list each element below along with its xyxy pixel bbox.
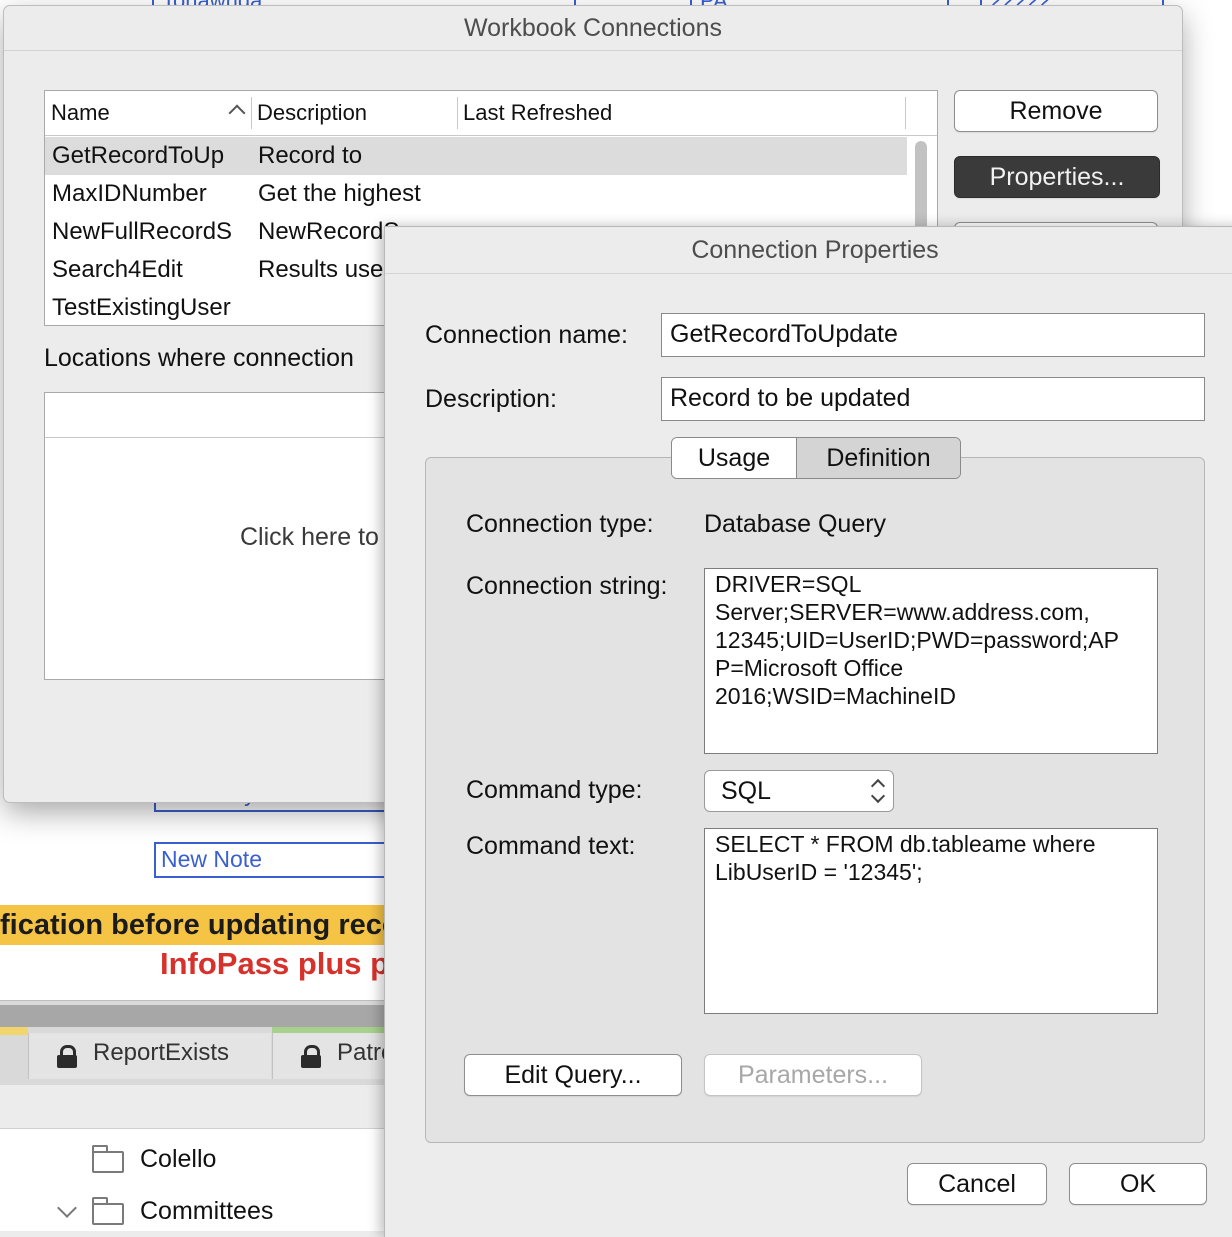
sheet-tab-reportexists[interactable]: ReportExists <box>28 1033 271 1079</box>
connection-name-cell: TestExistingUser <box>52 294 231 321</box>
cancel-button[interactable]: Cancel <box>907 1163 1047 1205</box>
banner-text: fication before updating reco <box>0 909 400 941</box>
definition-panel: Connection type: Database Query Connecti… <box>425 457 1205 1143</box>
folder-label: Committees <box>140 1197 274 1225</box>
infopass-banner: InfoPass plus p <box>160 946 390 981</box>
finder-list: Colello Committees <box>0 1128 400 1231</box>
column-header-last-refreshed[interactable]: Last Refreshed <box>463 91 903 135</box>
column-divider[interactable] <box>905 97 906 129</box>
cell-text: New Note <box>161 846 262 872</box>
column-header-description[interactable]: Description <box>257 91 457 135</box>
text-line: Server;SERVER=www.address.com, <box>715 599 1090 625</box>
lock-icon <box>301 1045 321 1068</box>
locations-hint: Click here to <box>240 523 379 551</box>
connection-name-cell: Search4Edit <box>52 256 183 283</box>
text-line: 2016;WSID=MachineID <box>715 683 956 709</box>
text-line: DRIVER=SQL <box>715 571 862 597</box>
description-label: Description: <box>425 385 557 413</box>
remove-button[interactable]: Remove <box>954 90 1158 132</box>
command-text-label: Command text: <box>466 832 636 860</box>
connection-string-textarea[interactable]: DRIVER=SQL Server;SERVER=www.address.com… <box>704 568 1158 754</box>
connection-type-value: Database Query <box>704 510 887 538</box>
tab-color-strip <box>0 1027 28 1035</box>
connection-name-label: Connection name: <box>425 321 628 349</box>
connection-name-cell: NewFullRecordS <box>52 218 233 245</box>
connection-name-field[interactable]: GetRecordToUpdate <box>661 313 1205 357</box>
command-text-textarea[interactable]: SELECT * FROM db.tableame where LibUserI… <box>704 828 1158 1014</box>
usage-definition-tabs: Usage Definition <box>671 437 961 479</box>
locations-label: Locations where connection <box>44 344 354 372</box>
description-field[interactable]: Record to be updated <box>661 377 1205 421</box>
new-note-cell[interactable]: New Note <box>154 842 398 878</box>
table-row[interactable]: MaxIDNumber Get the highest <box>45 175 907 213</box>
command-type-label: Command type: <box>466 776 643 804</box>
table-header: Name Description Last Refreshed <box>45 91 937 136</box>
edit-query-button[interactable]: Edit Query... <box>464 1054 682 1096</box>
sort-ascending-icon <box>228 104 246 122</box>
sheet-tab-label: ReportExists <box>93 1039 230 1066</box>
table-row[interactable]: GetRecordToUp Record to <box>45 137 907 175</box>
parameters-button[interactable]: Parameters... <box>704 1054 922 1096</box>
tab-usage[interactable]: Usage <box>672 438 797 478</box>
connection-name-cell: GetRecordToUp <box>52 142 225 169</box>
sheet-scroll-bar[interactable] <box>0 1005 400 1027</box>
column-divider[interactable] <box>251 97 252 129</box>
finder-item-colello[interactable]: Colello <box>0 1137 400 1181</box>
sheet-tab-patro[interactable]: Patro <box>272 1033 401 1079</box>
connection-description-cell: Record to <box>258 142 363 169</box>
sheet-tab-bar: ReportExists Patro <box>0 1000 401 1085</box>
connection-name-cell: MaxIDNumber <box>52 180 207 207</box>
folder-icon <box>92 1197 124 1225</box>
stepper-arrows-icon <box>870 778 886 804</box>
connection-properties-dialog: Connection Properties Connection name: G… <box>384 226 1232 1237</box>
connection-description-cell: Get the highest <box>258 180 421 207</box>
window-title: Workbook Connections <box>4 6 1182 51</box>
text-line: LibUserID = '12345'; <box>715 859 923 885</box>
select-value: SQL <box>721 777 772 805</box>
warning-banner: fication before updating reco <box>0 905 400 945</box>
command-type-select[interactable]: SQL <box>704 770 894 812</box>
ok-button[interactable]: OK <box>1069 1163 1207 1205</box>
tab-definition[interactable]: Definition <box>797 438 960 478</box>
folder-label: Colello <box>140 1145 217 1173</box>
text-line: 12345;UID=UserID;PWD=password;AP <box>715 627 1119 653</box>
column-header-name[interactable]: Name <box>51 91 246 135</box>
lock-icon <box>57 1045 77 1068</box>
connection-string-label: Connection string: <box>466 572 668 600</box>
finder-item-committees[interactable]: Committees <box>0 1189 400 1233</box>
text-line: SELECT * FROM db.tableame where <box>715 831 1096 857</box>
connection-type-label: Connection type: <box>466 510 654 538</box>
dialog-title: Connection Properties <box>385 227 1232 274</box>
properties-button[interactable]: Properties... <box>954 156 1160 198</box>
chevron-down-icon[interactable] <box>57 1198 77 1218</box>
folder-icon <box>92 1145 124 1173</box>
scrollbar-thumb[interactable] <box>915 141 927 231</box>
column-divider[interactable] <box>457 97 458 129</box>
text-line: P=Microsoft Office <box>715 655 904 681</box>
